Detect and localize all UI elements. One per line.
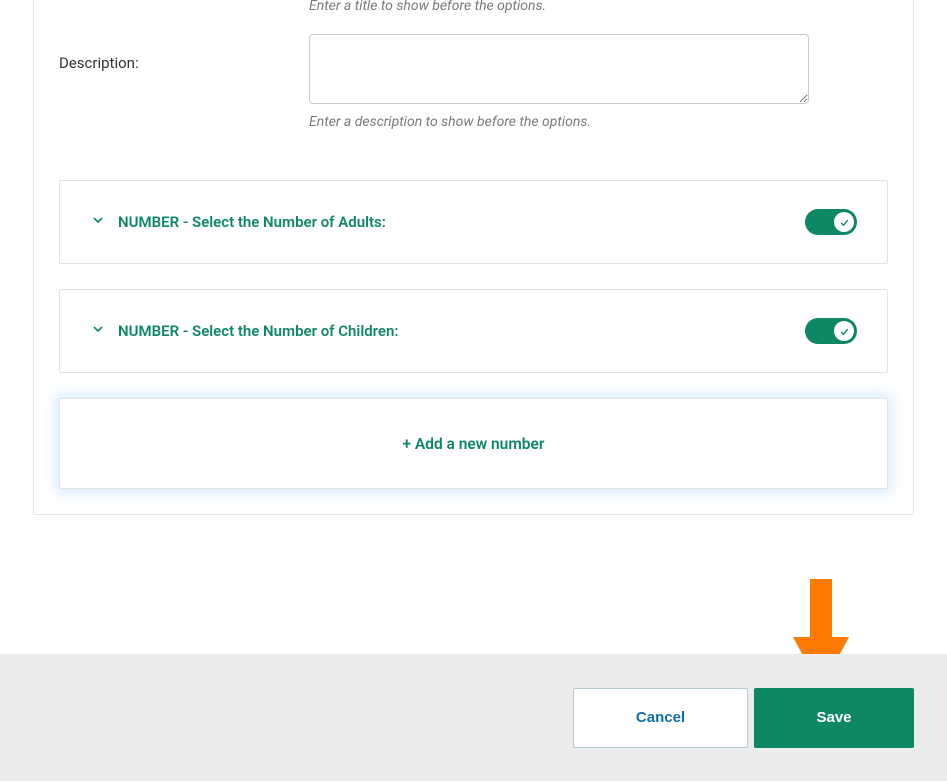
panel-title: NUMBER - Select the Number of Children:: [118, 322, 398, 340]
add-new-number-button[interactable]: + Add a new number: [59, 398, 888, 489]
chevron-down-icon: [90, 321, 106, 341]
description-help-text: Enter a description to show before the o…: [309, 114, 888, 130]
check-icon: [834, 321, 854, 341]
number-panel-children[interactable]: NUMBER - Select the Number of Children:: [59, 289, 888, 373]
chevron-down-icon: [90, 212, 106, 232]
footer-bar: Cancel Save: [0, 654, 947, 781]
number-panel-adults[interactable]: NUMBER - Select the Number of Adults:: [59, 180, 888, 264]
panel-title: NUMBER - Select the Number of Adults:: [118, 213, 386, 231]
check-icon: [834, 212, 854, 232]
description-input[interactable]: [309, 34, 809, 104]
cancel-button[interactable]: Cancel: [573, 688, 748, 748]
title-help-text: Enter a title to show before the options…: [309, 0, 888, 24]
description-label: Description:: [59, 24, 309, 72]
toggle-children[interactable]: [805, 318, 857, 344]
add-new-number-label: + Add a new number: [403, 435, 545, 453]
save-button[interactable]: Save: [754, 688, 914, 748]
toggle-adults[interactable]: [805, 209, 857, 235]
